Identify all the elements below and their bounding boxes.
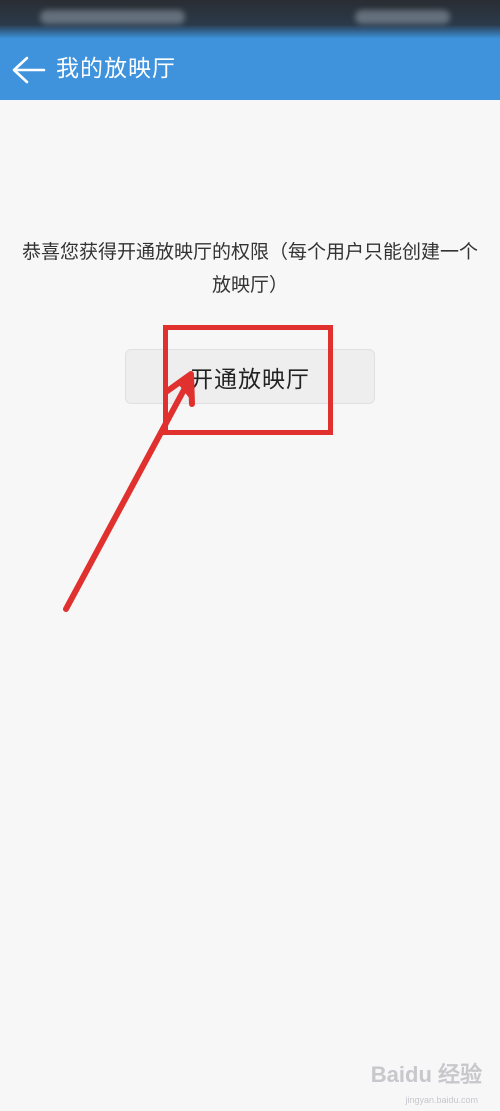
back-arrow-icon [12, 56, 46, 84]
watermark-url: jingyan.baidu.com [405, 1095, 478, 1105]
status-bar [0, 0, 500, 38]
watermark-brand: Baidu 经验 [370, 1062, 482, 1087]
open-cinema-button[interactable]: 开通放映厅 [125, 349, 375, 404]
page-title: 我的放映厅 [56, 56, 176, 82]
permission-message: 恭喜您获得开通放映厅的权限（每个用户只能创建一个放映厅） [21, 241, 478, 296]
app-bar: 我的放映厅 [0, 38, 500, 100]
status-bar-blurred-left [40, 10, 185, 24]
back-button[interactable] [6, 48, 50, 92]
watermark: Baidu 经验 [371, 1057, 482, 1089]
annotation-arrow [63, 371, 195, 612]
screen: 我的放映厅 恭喜您获得开通放映厅的权限（每个用户只能创建一个放映厅） 开通放映厅… [0, 0, 500, 1111]
status-bar-blurred-right [355, 10, 450, 24]
